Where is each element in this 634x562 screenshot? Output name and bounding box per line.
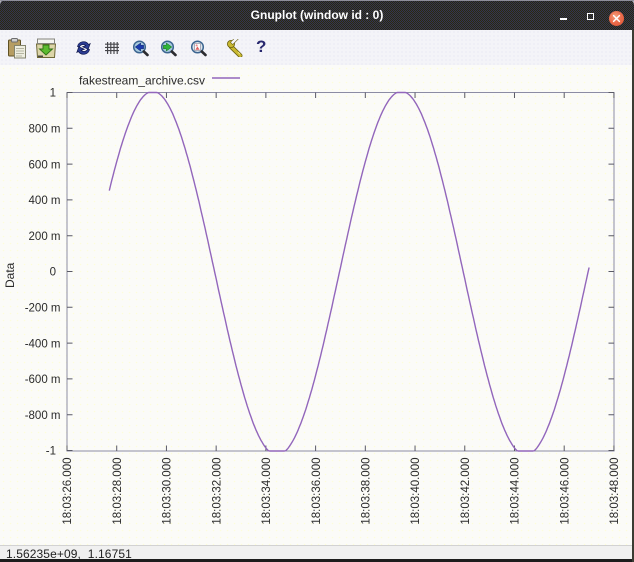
svg-text:18:03:36.000: 18:03:36.000 [311,458,323,525]
svg-text:0: 0 [50,267,56,279]
svg-text:800 m: 800 m [29,124,61,136]
svg-text:-400 m: -400 m [25,338,61,350]
svg-text:-200 m: -200 m [25,303,61,315]
svg-text:200 m: 200 m [29,231,61,243]
svg-text:400 m: 400 m [29,195,61,207]
svg-text:Data: Data [3,262,17,288]
svg-text:-800 m: -800 m [25,410,61,422]
svg-text:600 m: 600 m [29,159,61,171]
svg-text:18:03:40.000: 18:03:40.000 [410,458,422,525]
svg-text:18:03:26.000: 18:03:26.000 [62,458,74,525]
svg-text:18:03:32.000: 18:03:32.000 [211,458,223,525]
svg-text:18:03:28.000: 18:03:28.000 [112,458,124,525]
svg-text:18:03:38.000: 18:03:38.000 [361,458,373,525]
svg-text:1: 1 [50,88,56,100]
svg-text:18:03:42.000: 18:03:42.000 [460,458,472,525]
svg-text:18:03:34.000: 18:03:34.000 [261,458,273,525]
svg-text:fakestream_archive.csv: fakestream_archive.csv [79,74,205,88]
svg-text:18:03:44.000: 18:03:44.000 [510,458,522,525]
svg-text:-600 m: -600 m [25,374,61,386]
svg-text:18:03:48.000: 18:03:48.000 [609,458,621,525]
svg-text:18:03:30.000: 18:03:30.000 [162,458,174,525]
svg-text:18:03:46.000: 18:03:46.000 [559,458,571,525]
svg-text:-1: -1 [46,446,56,458]
